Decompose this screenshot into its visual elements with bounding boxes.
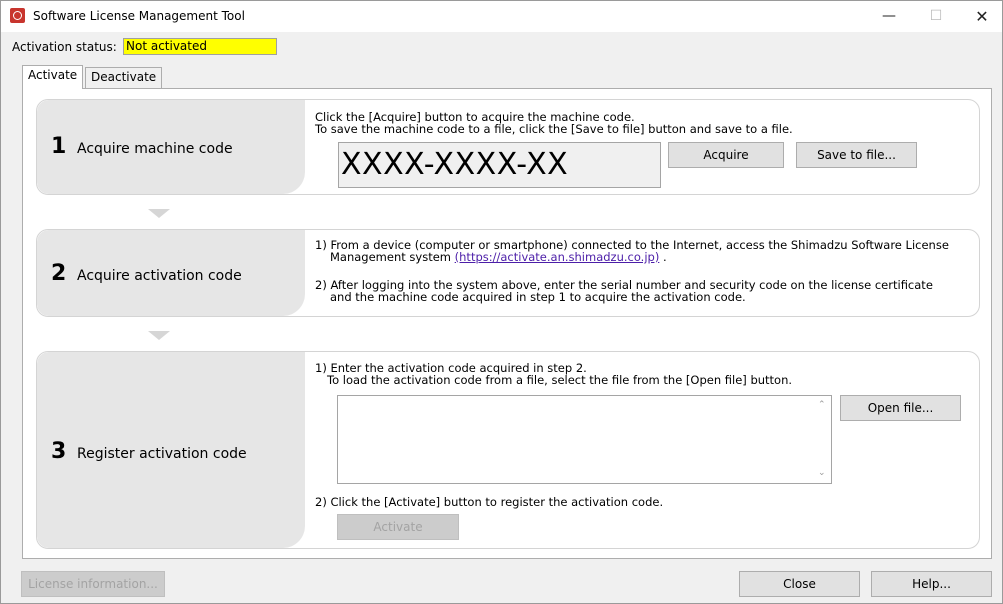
title-bar: Software License Management Tool — ☐ ✕ bbox=[1, 1, 1002, 32]
step-2-link-suffix: . bbox=[659, 250, 667, 264]
activation-status-label: Activation status: bbox=[12, 40, 117, 54]
tab-deactivate[interactable]: Deactivate bbox=[85, 67, 163, 88]
activation-code-input[interactable]: ⌃ ⌄ bbox=[337, 395, 832, 484]
activate-button[interactable]: Activate bbox=[337, 514, 459, 540]
step-1-header: 1 Acquire machine code bbox=[37, 100, 305, 194]
step-2-item-1-line-2: Management system (https://activate.an.s… bbox=[330, 251, 667, 264]
help-button[interactable]: Help... bbox=[871, 571, 992, 597]
footer-bar: License information... Close Help... bbox=[1, 567, 1002, 603]
save-to-file-button[interactable]: Save to file... bbox=[796, 142, 917, 168]
step-3-panel: 3 Register activation code 1) Enter the … bbox=[36, 351, 980, 549]
scroll-down-icon[interactable]: ⌄ bbox=[818, 469, 827, 478]
scroll-up-icon[interactable]: ⌃ bbox=[818, 401, 827, 410]
close-window-button[interactable]: ✕ bbox=[959, 1, 1003, 32]
step-arrow-2 bbox=[148, 331, 170, 340]
step-3-instruction-2: To load the activation code from a file,… bbox=[327, 373, 793, 387]
close-button[interactable]: Close bbox=[739, 571, 860, 597]
step-2-item-2-line-2: and the machine code acquired in step 1 … bbox=[330, 290, 746, 304]
window-title: Software License Management Tool bbox=[33, 9, 245, 23]
step-1-title: Acquire machine code bbox=[77, 141, 233, 157]
shimadzu-activation-link[interactable]: (https://activate.an.shimadzu.co.jp) bbox=[455, 250, 660, 264]
step-2-title: Acquire activation code bbox=[77, 268, 242, 284]
license-tool-window: Software License Management Tool — ☐ ✕ A… bbox=[0, 0, 1003, 604]
step-3-number: 3 bbox=[51, 439, 67, 464]
step-3-title: Register activation code bbox=[77, 446, 247, 462]
step-3-header: 3 Register activation code bbox=[37, 352, 305, 548]
activate-tab-panel: 1 Acquire machine code Click the [Acquir… bbox=[22, 88, 992, 559]
step-2-number: 2 bbox=[51, 261, 67, 286]
step-arrow-1 bbox=[148, 209, 170, 218]
open-file-button[interactable]: Open file... bbox=[840, 395, 961, 421]
step-1-panel: 1 Acquire machine code Click the [Acquir… bbox=[36, 99, 980, 195]
acquire-button[interactable]: Acquire bbox=[668, 142, 784, 168]
machine-code-display: XXXX-XXXX-XX bbox=[338, 142, 661, 188]
step-1-number: 1 bbox=[51, 134, 67, 159]
step-1-instruction-2: To save the machine code to a file, clic… bbox=[315, 122, 793, 136]
step-3-instruction-3: 2) Click the [Activate] button to regist… bbox=[315, 495, 664, 509]
app-icon bbox=[10, 8, 25, 23]
tab-activate[interactable]: Activate bbox=[22, 65, 84, 89]
step-2-panel: 2 Acquire activation code 1) From a devi… bbox=[36, 229, 980, 317]
maximize-button: ☐ bbox=[929, 8, 943, 24]
activation-status-value: Not activated bbox=[123, 38, 277, 55]
step-2-link-prefix: Management system bbox=[330, 250, 455, 264]
activation-code-scrollbar[interactable]: ⌃ ⌄ bbox=[814, 396, 831, 483]
step-2-header: 2 Acquire activation code bbox=[37, 230, 305, 316]
minimize-button[interactable]: — bbox=[866, 1, 912, 32]
license-information-button[interactable]: License information... bbox=[21, 571, 165, 597]
